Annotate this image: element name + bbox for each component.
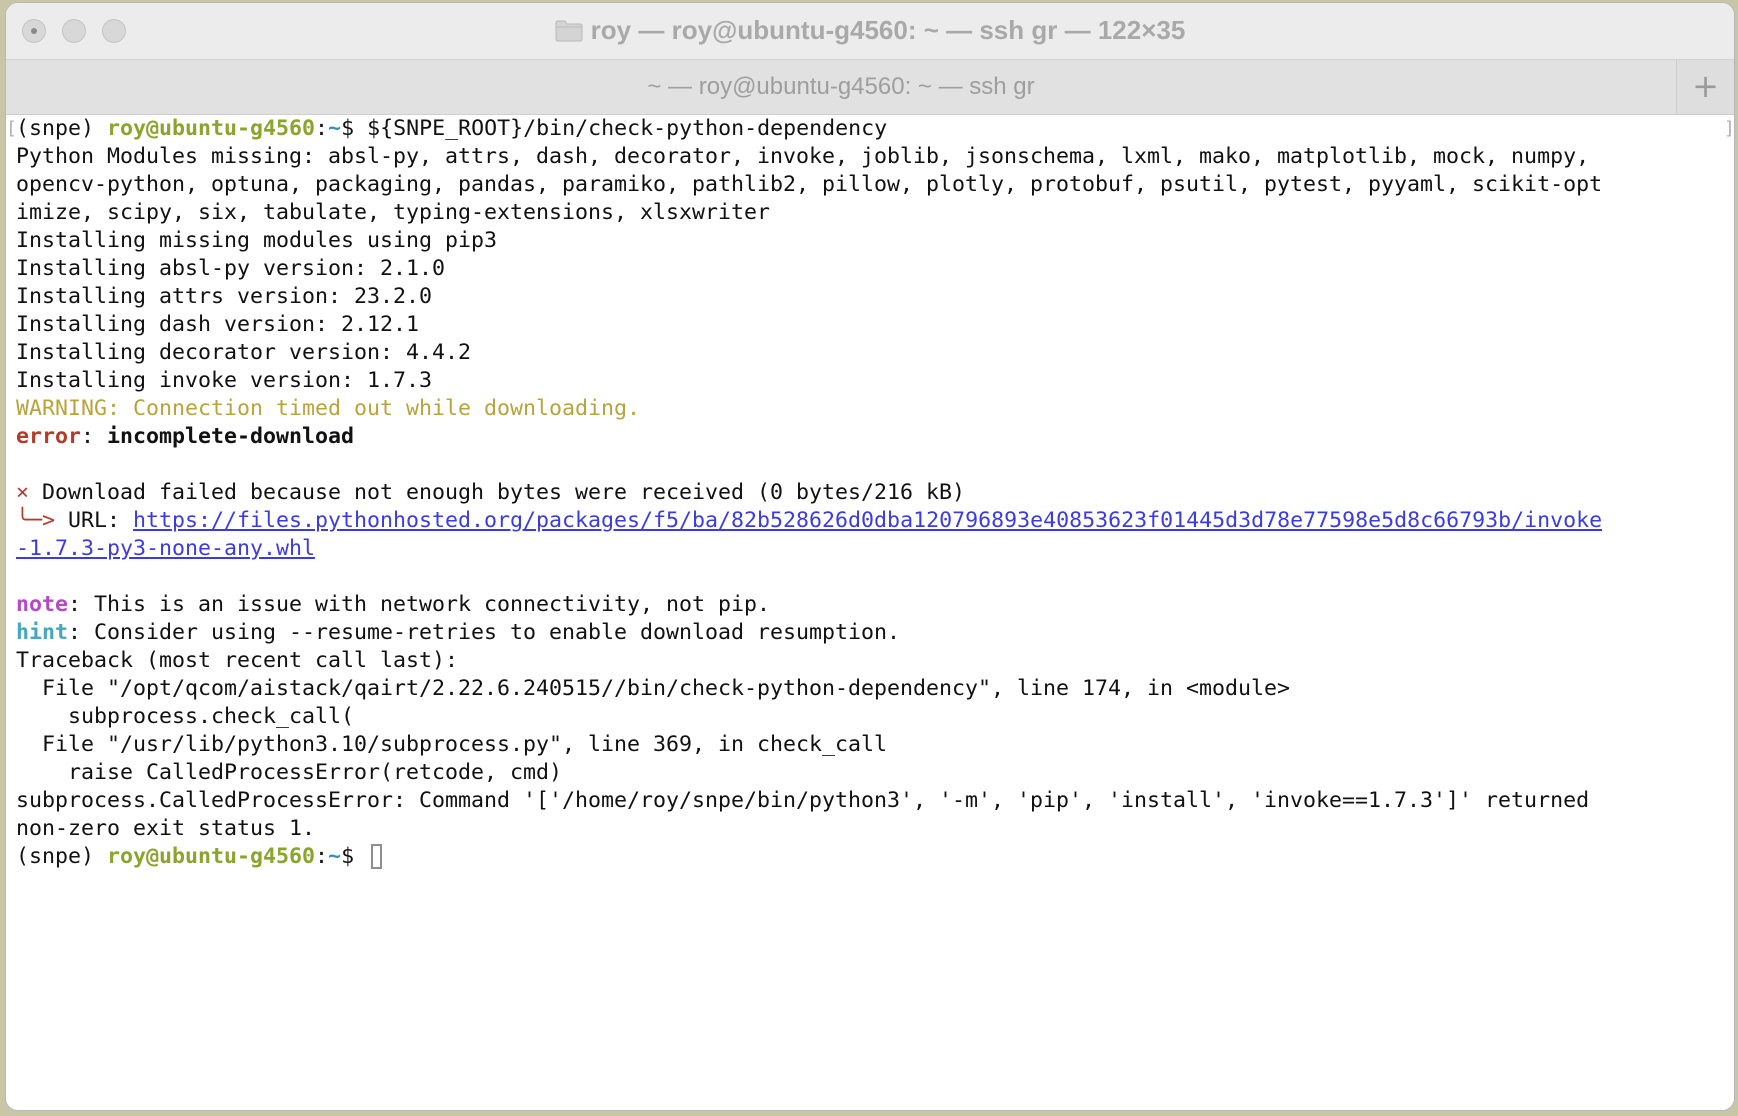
- tab-bar: ~ — roy@ubuntu-g4560: ~ — ssh gr +: [6, 59, 1734, 115]
- error-separator: :: [81, 424, 108, 449]
- terminal-window: roy — roy@ubuntu-g4560: ~ — ssh gr — 122…: [6, 3, 1734, 1110]
- install-attrs-line: Installing attrs version: 23.2.0: [16, 284, 433, 309]
- text-cursor[interactable]: [371, 844, 383, 869]
- missing-modules-line-1: Python Modules missing: absl-py, attrs, …: [16, 144, 1590, 169]
- download-url-link[interactable]: https://files.pythonhosted.org/packages/…: [133, 508, 1602, 533]
- current-prompt-line[interactable]: (snpe) roy@ubuntu-g4560:~$: [16, 843, 383, 871]
- install-decorator-line: Installing decorator version: 4.4.2: [16, 340, 472, 365]
- arrow-icon: ╰─>: [16, 508, 56, 533]
- exception-line-1: subprocess.CalledProcessError: Command '…: [16, 788, 1590, 813]
- warning-line: WARNING: Connection timed out while down…: [16, 396, 641, 421]
- prompt-separator: :: [315, 116, 329, 141]
- window-title-text: roy — roy@ubuntu-g4560: ~ — ssh gr — 122…: [590, 15, 1186, 45]
- traceback-header: Traceback (most recent call last):: [16, 648, 459, 673]
- prompt-directory: ~: [328, 116, 342, 141]
- tab-ssh-session[interactable]: ~ — roy@ubuntu-g4560: ~ — ssh gr: [6, 60, 1676, 114]
- exception-line-2: non-zero exit status 1.: [16, 816, 316, 841]
- prompt-user: roy@ubuntu-g4560: [107, 844, 316, 869]
- traceback-code-2: raise CalledProcessError(retcode, cmd): [16, 760, 563, 785]
- prompt-env: (snpe): [16, 844, 108, 869]
- hint-line: hint: Consider using --resume-retries to…: [16, 619, 900, 647]
- note-label: note: [16, 592, 69, 617]
- install-absl-line: Installing absl-py version: 2.1.0: [16, 256, 446, 281]
- url-continuation-line: -1.7.3-py3-none-any.whl: [16, 535, 315, 563]
- prompt-env: (snpe): [16, 116, 108, 141]
- terminal-output[interactable]: [ ] (snpe) roy@ubuntu-g4560:~$ ${SNPE_RO…: [6, 115, 1734, 1110]
- download-url-link-continued[interactable]: -1.7.3-py3-none-any.whl: [16, 536, 315, 561]
- x-mark-icon: ×: [16, 480, 30, 505]
- missing-modules-line-2: opencv-python, optuna, packaging, pandas…: [16, 172, 1603, 197]
- error-line: error: incomplete-download: [16, 423, 354, 451]
- url-label: URL:: [55, 508, 134, 533]
- installing-using-line: Installing missing modules using pip3: [16, 228, 498, 253]
- install-dash-line: Installing dash version: 2.12.1: [16, 312, 420, 337]
- error-label: error: [16, 424, 82, 449]
- prompt-separator: :: [315, 844, 329, 869]
- note-text: : This is an issue with network connecti…: [68, 592, 771, 617]
- folder-icon: [555, 20, 583, 42]
- mark-bracket-right: ]: [1724, 118, 1734, 139]
- prompt-line: (snpe) roy@ubuntu-g4560:~$ ${SNPE_ROOT}/…: [16, 115, 887, 143]
- prompt-symbol: $: [341, 844, 368, 869]
- traceback-code-1: subprocess.check_call(: [16, 704, 355, 729]
- traceback-file-2: File "/usr/lib/python3.10/subprocess.py"…: [16, 732, 888, 757]
- window-title: roy — roy@ubuntu-g4560: ~ — ssh gr — 122…: [6, 15, 1734, 46]
- missing-modules-line-3: imize, scipy, six, tabulate, typing-exte…: [16, 200, 771, 225]
- prompt-user: roy@ubuntu-g4560: [107, 116, 316, 141]
- download-failed-line: × Download failed because not enough byt…: [16, 479, 965, 507]
- hint-label: hint: [16, 620, 69, 645]
- url-line: ╰─> URL: https://files.pythonhosted.org/…: [16, 507, 1602, 535]
- title-bar[interactable]: roy — roy@ubuntu-g4560: ~ — ssh gr — 122…: [6, 3, 1734, 59]
- prompt-symbol: $: [341, 116, 368, 141]
- error-message: incomplete-download: [107, 424, 355, 449]
- prompt-directory: ~: [328, 844, 342, 869]
- install-invoke-line: Installing invoke version: 1.7.3: [16, 368, 433, 393]
- note-line: note: This is an issue with network conn…: [16, 591, 770, 619]
- new-tab-button[interactable]: +: [1676, 60, 1734, 114]
- hint-text: : Consider using --resume-retries to ena…: [68, 620, 901, 645]
- command-text: ${SNPE_ROOT}/bin/check-python-dependency: [367, 116, 888, 141]
- download-failed-text: Download failed because not enough bytes…: [29, 480, 966, 505]
- traceback-file-1: File "/opt/qcom/aistack/qairt/2.22.6.240…: [16, 676, 1291, 701]
